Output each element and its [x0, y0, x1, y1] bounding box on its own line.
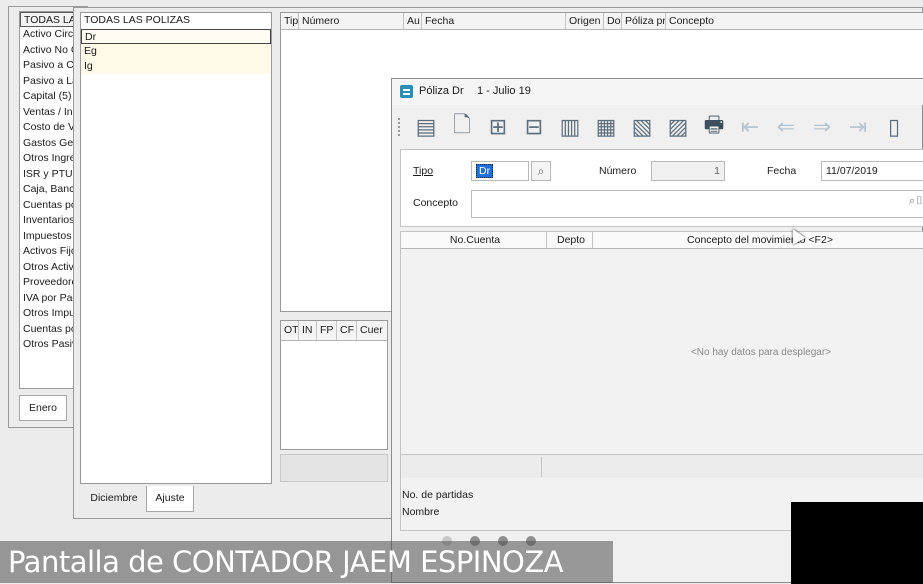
col-in[interactable]: IN [299, 321, 317, 340]
col-concepto[interactable]: Concepto [666, 13, 923, 29]
polizas-list-header: TODAS LAS POLIZAS [84, 14, 191, 26]
tab-enero[interactable]: Enero [19, 395, 67, 421]
tipo-search-icon[interactable]: ⌕ [531, 161, 551, 181]
lower-grid[interactable]: OT IN FP CF Cuer [280, 320, 388, 450]
col-fp[interactable]: FP [317, 321, 337, 340]
toolbar-grip [398, 118, 401, 136]
poliza-dialog: Póliza Dr 1 - Julio 19 ▤ 🗋 ⊞ ⊟ ▥ ▦ ▧ ▨ 🖶… [391, 78, 923, 584]
numero-value: 1 [714, 165, 720, 177]
printer-icon[interactable]: 🖶 [699, 112, 729, 142]
document-edit-icon[interactable]: ▧ [627, 112, 657, 142]
concepto-search-icon[interactable]: ⌕▯ [909, 195, 923, 208]
document-mail-icon[interactable]: ▦ [591, 112, 621, 142]
first-record-icon[interactable]: ⇤ [735, 112, 765, 142]
polizas-grid-header: Tip Número Au Fecha Origen Doc Póliza pr… [281, 13, 923, 30]
numero-label: Número [599, 165, 637, 177]
col-fecha[interactable]: Fecha [422, 13, 566, 29]
info-icon[interactable]: ▯ [879, 112, 909, 142]
numero-field: 1 [651, 161, 725, 181]
dialog-form: Tipo Dr ⌕ Número 1 Fecha 11/07/2019 Conc… [400, 149, 923, 227]
col-numero[interactable]: Número [299, 13, 404, 29]
tab-ajuste[interactable]: Ajuste [146, 486, 194, 512]
movements-grid-header: No.Cuenta Depto Concepto del movimiento … [401, 232, 923, 249]
caption-text: Pantalla de CONTADOR JAEM ESPINOZA [8, 545, 564, 579]
tab-diciembre[interactable]: Diciembre [84, 486, 144, 512]
polizas-list[interactable]: TODAS LAS POLIZAS Dr Eg Ig [80, 12, 272, 484]
previous-record-icon[interactable]: ⇐ [771, 112, 801, 142]
last-record-icon[interactable]: ⇥ [843, 112, 873, 142]
col-doc[interactable]: Doc [604, 13, 622, 29]
col-tipo[interactable]: Tip [281, 13, 299, 29]
money-document-icon[interactable]: 🗋 [447, 112, 477, 142]
list-document-icon[interactable]: ▤ [411, 112, 441, 142]
video-caption: Pantalla de CONTADOR JAEM ESPINOZA [0, 541, 613, 583]
poliza-type-dr[interactable]: Dr [81, 29, 271, 44]
concepto-input[interactable] [471, 190, 923, 218]
fecha-label: Fecha [767, 165, 797, 177]
dialog-title-bar[interactable]: Póliza Dr 1 - Julio 19 [392, 79, 923, 105]
next-record-icon[interactable]: ⇒ [807, 112, 837, 142]
poliza-type-ig[interactable]: Ig [81, 59, 271, 74]
col-cuenta[interactable]: Cuer [357, 321, 387, 340]
dialog-title: Póliza Dr [419, 85, 464, 97]
lower-grid-footer [280, 454, 388, 482]
movements-grid-footer [401, 454, 923, 478]
concepto-label: Concepto [413, 197, 458, 209]
lower-grid-header: OT IN FP CF Cuer [281, 321, 387, 341]
document-copy-icon[interactable]: ▨ [663, 112, 693, 142]
partidas-label: No. de partidas [402, 489, 474, 501]
col-no-cuenta[interactable]: No.Cuenta [401, 232, 547, 248]
col-concepto-movimiento[interactable]: Concepto del movimiento <F2> [593, 232, 923, 248]
col-cf[interactable]: CF [337, 321, 357, 340]
fecha-field[interactable]: 11/07/2019 [821, 161, 923, 181]
poliza-type-eg[interactable]: Eg [81, 44, 271, 59]
col-depto[interactable]: Depto [547, 232, 593, 248]
fecha-value: 11/07/2019 [826, 165, 878, 177]
empty-grid-message: <No hay datos para desplegar> [690, 347, 832, 358]
webcam-overlay [791, 502, 923, 584]
col-au[interactable]: Au [404, 13, 422, 29]
dialog-subtitle: 1 - Julio 19 [477, 85, 531, 97]
nombre-label: Nombre [402, 506, 440, 518]
dialog-app-icon [400, 85, 413, 98]
add-row-icon[interactable]: ⊞ [483, 112, 513, 142]
remove-row-icon[interactable]: ⊟ [519, 112, 549, 142]
tipo-field[interactable]: Dr [471, 161, 529, 181]
document-gear-icon[interactable]: ▥ [555, 112, 585, 142]
tipo-value: Dr [476, 164, 494, 178]
movements-grid[interactable]: No.Cuenta Depto Concepto del movimiento … [400, 231, 923, 531]
dialog-toolbar: ▤ 🗋 ⊞ ⊟ ▥ ▦ ▧ ▨ 🖶 ⇤ ⇐ ⇒ ⇥ ▯ [392, 109, 923, 145]
col-ot[interactable]: OT [281, 321, 299, 340]
col-poliza-pr[interactable]: Póliza pr [622, 13, 666, 29]
tipo-label: Tipo [413, 165, 434, 177]
col-origen[interactable]: Origen [566, 13, 604, 29]
